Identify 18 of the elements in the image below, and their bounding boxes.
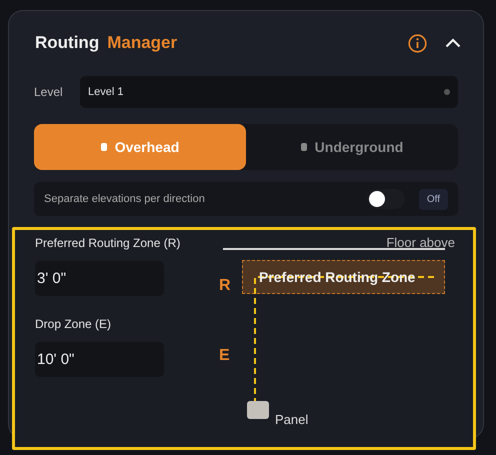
input-field[interactable]: 3' 0" [35,261,164,296]
panel-title: Routing [35,32,100,54]
input-field[interactable]: 10' 0" [35,342,164,377]
level-label: Level [34,84,64,101]
placement-tab[interactable]: Underground [246,124,458,170]
field-label: Preferred Routing Zone (R) [35,235,182,252]
panel-label: Panel [275,411,308,429]
state-badge: Off [418,188,448,210]
panel-title-accent: Manager [107,32,178,54]
level-select[interactable]: Level 1 [80,76,458,108]
info-icon[interactable] [408,34,427,52]
e-marker: E [219,346,230,366]
toggle-switch[interactable] [366,189,405,209]
floor-label: Floor above [386,234,455,252]
panel-square [247,401,269,419]
option-label: Separate elevations per direction [44,192,206,207]
r-marker: R [219,276,231,296]
field-label: Drop Zone (E) [35,316,112,333]
